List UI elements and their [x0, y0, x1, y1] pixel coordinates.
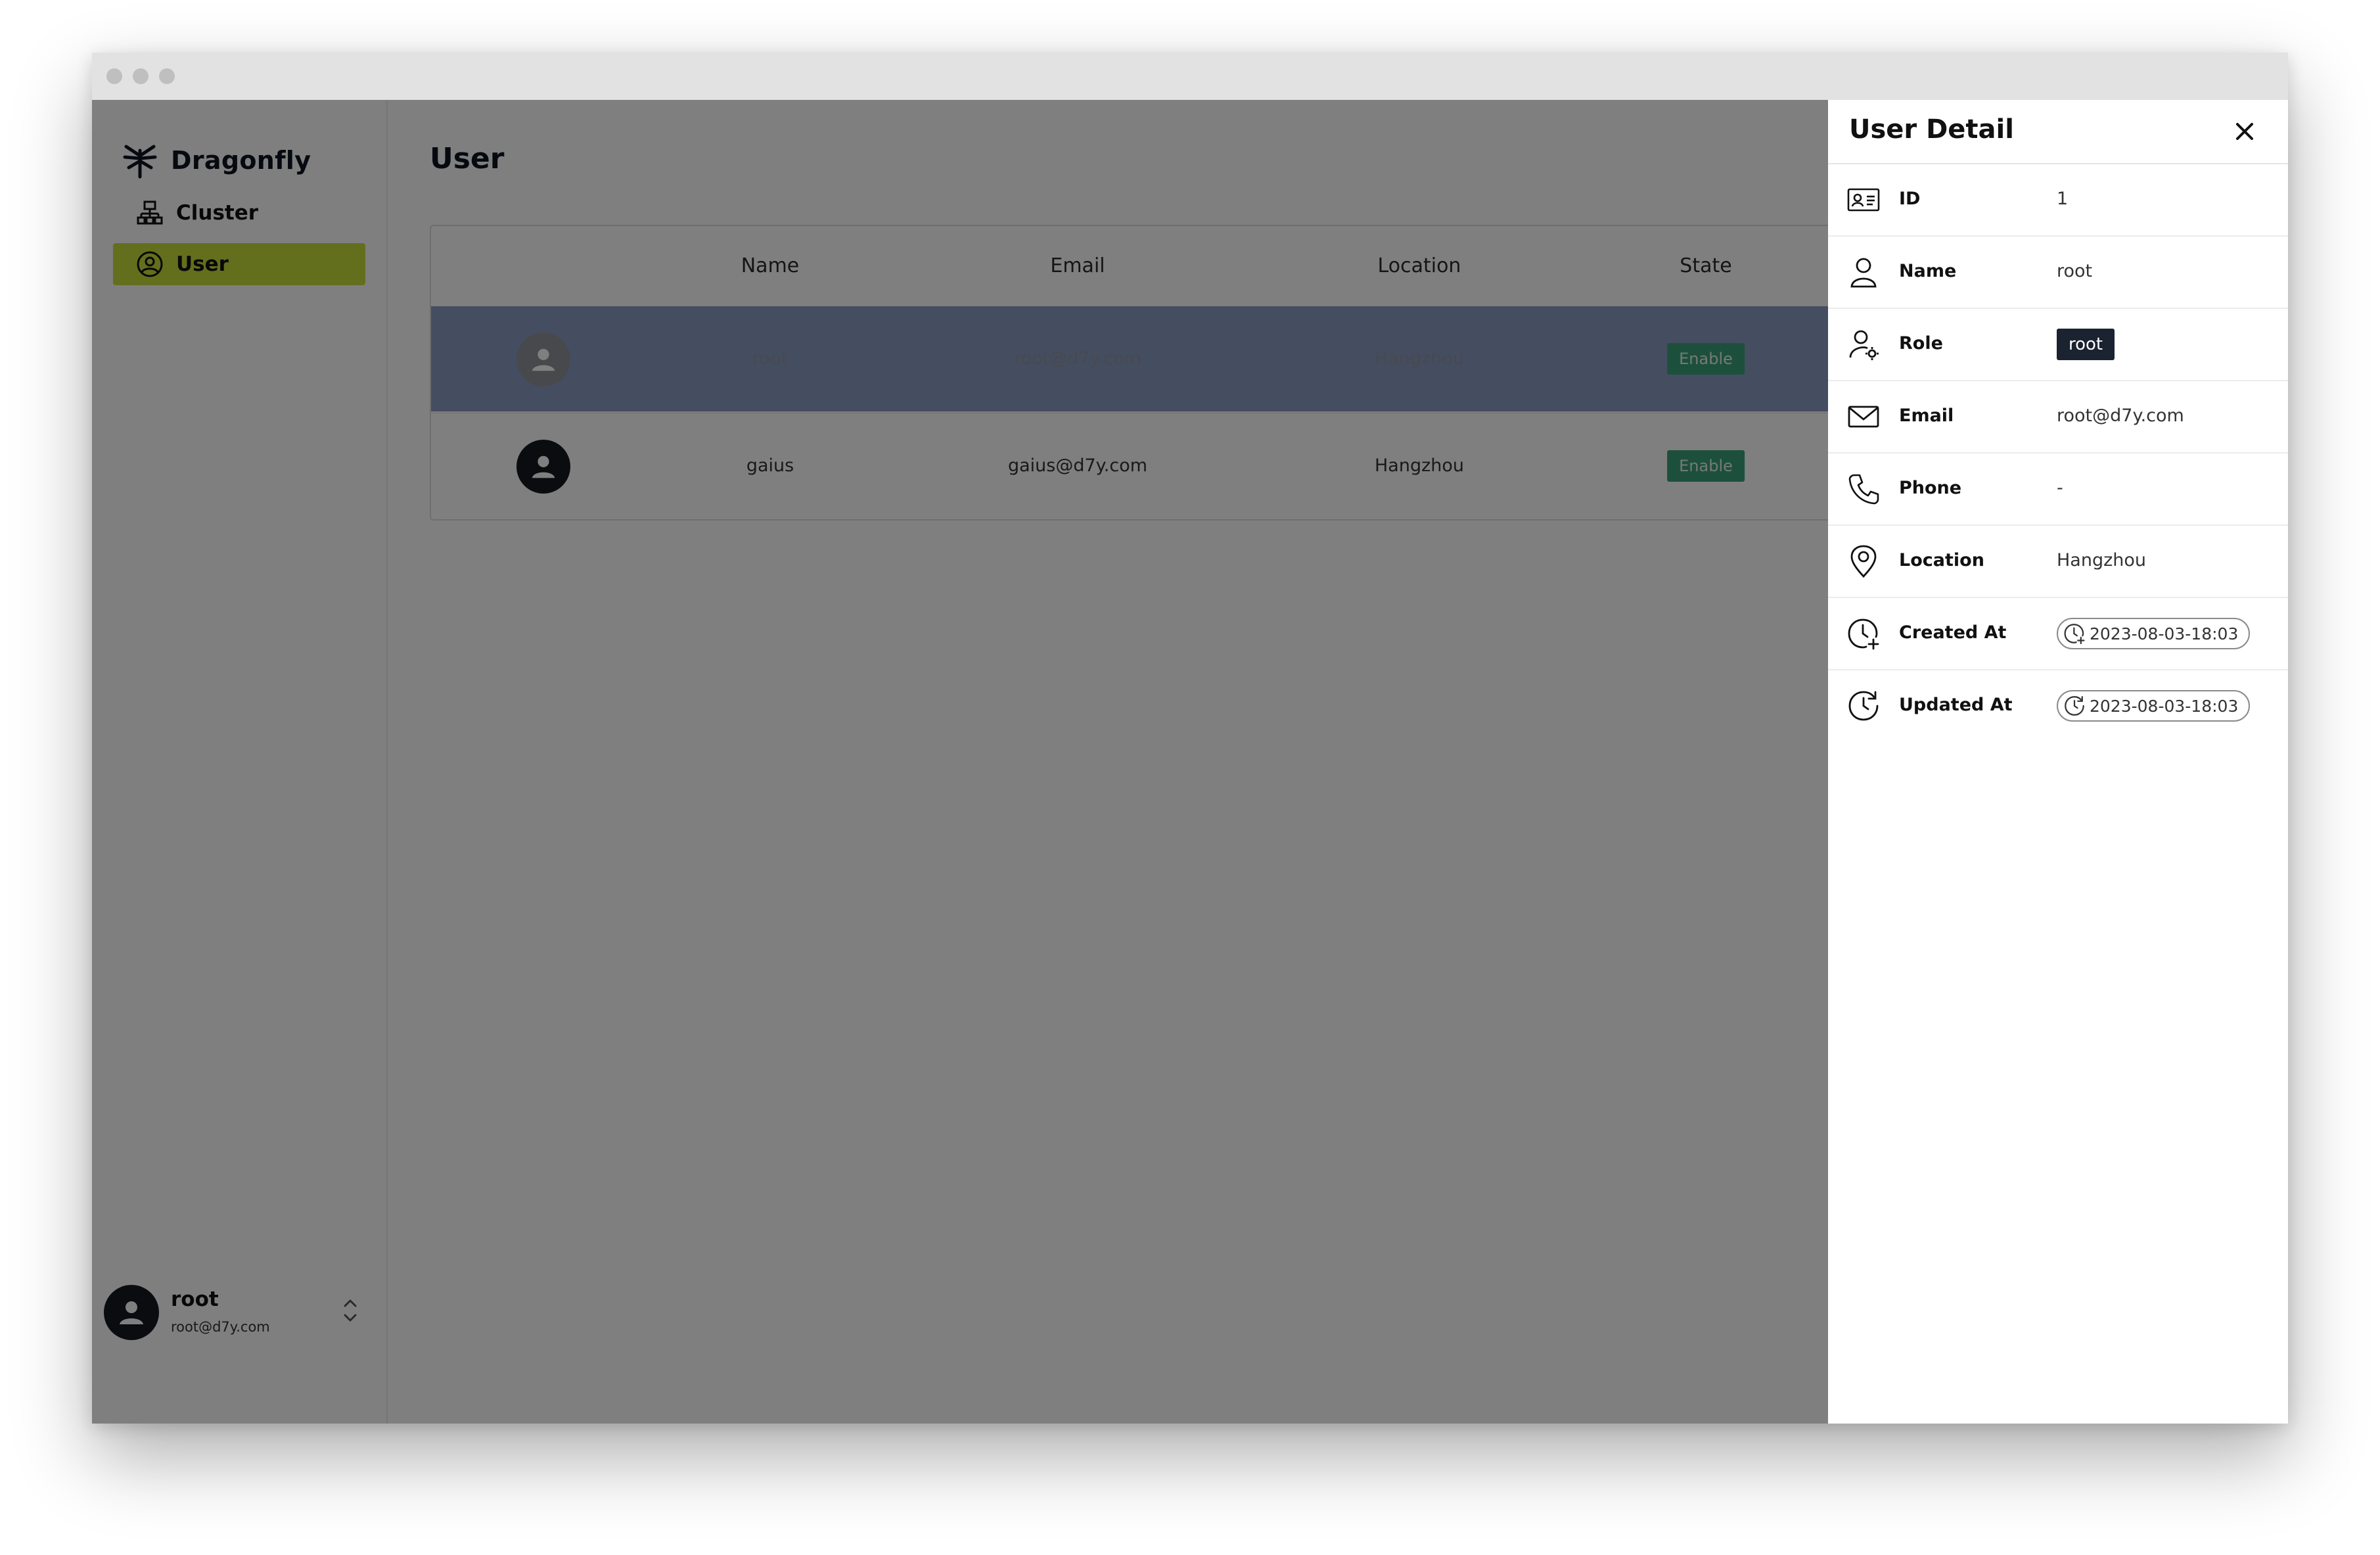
- clock-plus-icon: [2063, 622, 2086, 645]
- clock-plus-icon: [1848, 618, 1879, 650]
- detail-row-location: Location Hangzhou: [1828, 524, 2288, 598]
- detail-label: Name: [1899, 261, 1957, 281]
- window-titlebar: [92, 53, 2288, 101]
- window-minimize-dot[interactable]: [133, 68, 149, 84]
- detail-label: Email: [1899, 406, 1954, 426]
- app-shell: Dragonfly: [92, 100, 2288, 1424]
- detail-row-role: Role root: [1828, 308, 2288, 381]
- created-at-value: 2023-08-03-18:03: [2090, 624, 2239, 643]
- close-button[interactable]: [2229, 116, 2260, 147]
- person-icon: [1850, 258, 1877, 288]
- window-maximize-dot[interactable]: [159, 68, 175, 84]
- detail-row-name: Name root: [1828, 235, 2288, 309]
- user-detail-drawer: User Detail ID 1 Name root Role root Ema…: [1828, 100, 2288, 1424]
- updated-at-value: 2023-08-03-18:03: [2090, 696, 2239, 716]
- user-gear-icon: [1849, 330, 1879, 360]
- detail-value: root: [2057, 261, 2093, 281]
- detail-label: ID: [1899, 189, 1921, 209]
- detail-row-id: ID 1: [1828, 163, 2288, 237]
- mail-icon: [1848, 406, 1879, 428]
- detail-row-phone: Phone -: [1828, 452, 2288, 526]
- browser-window: Dragonfly: [92, 53, 2288, 1424]
- detail-value: Hangzhou: [2057, 550, 2147, 570]
- clock-refresh-icon: [2063, 695, 2086, 717]
- drawer-header: User Detail: [1828, 100, 2288, 164]
- detail-row-email: Email root@d7y.com: [1828, 380, 2288, 453]
- detail-label: Role: [1899, 333, 1943, 354]
- window-close-dot[interactable]: [106, 68, 122, 84]
- clock-refresh-icon: [1848, 691, 1879, 721]
- detail-row-updated-at: Updated At 2023-08-03-18:03: [1828, 669, 2288, 741]
- modal-backdrop[interactable]: [92, 100, 1828, 1424]
- detail-label: Location: [1899, 550, 1984, 570]
- detail-label: Created At: [1899, 622, 2007, 643]
- detail-label: Updated At: [1899, 695, 2013, 715]
- detail-row-created-at: Created At 2023-08-03-18:03: [1828, 597, 2288, 670]
- id-card-icon: [1847, 188, 1880, 212]
- detail-label: Phone: [1899, 478, 1962, 498]
- detail-value: root@d7y.com: [2057, 406, 2184, 426]
- location-pin-icon: [1850, 545, 1877, 578]
- close-icon: [2236, 123, 2253, 140]
- drawer-title: User Detail: [1849, 114, 2014, 145]
- date-chip: 2023-08-03-18:03: [2057, 690, 2251, 722]
- detail-value: 1: [2057, 189, 2069, 209]
- role-badge: root: [2057, 329, 2115, 360]
- date-chip: 2023-08-03-18:03: [2057, 618, 2251, 649]
- detail-value: -: [2057, 478, 2063, 498]
- phone-icon: [1848, 474, 1879, 505]
